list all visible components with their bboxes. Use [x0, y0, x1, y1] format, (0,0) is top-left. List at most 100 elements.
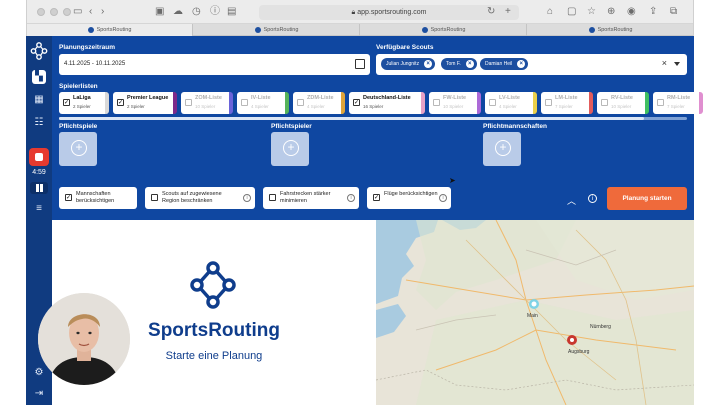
required-teams-label: Pflichtmannschaften	[483, 123, 547, 130]
browser-tab[interactable]: SportsRouting	[528, 24, 693, 36]
player-list-card[interactable]: ✓ Premier League 2 Spieler	[113, 92, 177, 114]
list-checkbox[interactable]	[241, 99, 248, 106]
info-icon[interactable]: ⓘ	[210, 5, 220, 19]
browser-titlebar: ▭ ‹ › ▣ ☁ ◷ ⓘ ▤ 🔒︎ app.sportsrouting.com…	[27, 0, 693, 24]
list-checkbox[interactable]: ✓	[353, 99, 360, 106]
maximize-window-button[interactable]	[63, 8, 71, 16]
sportsrouting-favicon-icon	[421, 26, 428, 33]
list-checkbox[interactable]	[297, 99, 304, 106]
scout-chip[interactable]: Tom F. ×	[441, 58, 477, 70]
close-window-button[interactable]	[37, 8, 45, 16]
player-list-card[interactable]: IV-Liste 4 Spieler	[237, 92, 289, 114]
scout-chip[interactable]: Damian Heil ×	[480, 58, 529, 70]
list-checkbox[interactable]	[433, 99, 440, 106]
player-list-card[interactable]: ZDM-Liste 4 Spieler	[293, 92, 345, 114]
reader-icon[interactable]: ▤	[227, 5, 236, 19]
settings-sliders-icon[interactable]: ≡	[32, 202, 46, 216]
list-name: Deutschland-Liste	[363, 95, 411, 101]
remove-chip-icon[interactable]: ×	[465, 60, 474, 68]
browser-tab[interactable]: SportsRouting	[27, 24, 193, 36]
player-list-card[interactable]: RM-Liste 7 Spieler	[653, 92, 703, 114]
chevron-down-icon[interactable]	[674, 62, 680, 66]
date-range-input[interactable]: 4.11.2025 - 10.11.2025	[59, 54, 370, 75]
add-required-team-button[interactable]	[483, 132, 521, 166]
start-planning-button[interactable]: Planung starten	[607, 187, 687, 210]
option-checkbox[interactable]	[151, 194, 158, 201]
add-required-game-button[interactable]	[59, 132, 97, 166]
player-list-card[interactable]: ZOM-Liste 10 Spieler	[181, 92, 233, 114]
calendar-icon[interactable]	[355, 59, 365, 69]
player-list-card[interactable]: ✓ Deutschland-Liste 16 Spieler	[349, 92, 425, 114]
list-name: RM-Liste	[667, 95, 691, 101]
info-icon[interactable]: i	[347, 194, 355, 202]
tab-overview-icon[interactable]: ▣	[155, 5, 164, 19]
users-icon[interactable]: ☷	[32, 116, 46, 130]
lists-scrollbar[interactable]	[59, 117, 687, 120]
map-city-label: Main	[527, 313, 538, 319]
sportsrouting-favicon-icon	[588, 26, 595, 33]
option-consider-flights[interactable]: ✓ Flüge berücksichtigen i	[367, 187, 451, 209]
list-checkbox[interactable]	[185, 99, 192, 106]
bookmark-icon[interactable]: ☆	[587, 5, 596, 19]
reload-icon[interactable]: ↻	[487, 5, 495, 19]
list-checkbox[interactable]: ✓	[63, 99, 70, 106]
sportsrouting-logo-icon[interactable]	[30, 42, 48, 60]
list-checkbox[interactable]: ✓	[117, 99, 124, 106]
add-required-player-button[interactable]	[271, 132, 309, 166]
stop-recording-button[interactable]	[29, 148, 49, 166]
remove-chip-icon[interactable]: ×	[517, 60, 526, 68]
scouts-select[interactable]: Julian Jungnitz × Tom F. × Damian Heil × ×	[376, 54, 687, 75]
page-icon[interactable]: ▢	[567, 5, 576, 19]
option-checkbox[interactable]: ✓	[65, 194, 72, 201]
option-minimize-driving[interactable]: Fahrstrecken stärker minimieren i	[263, 187, 359, 209]
browser-tab[interactable]: SportsRouting	[361, 24, 527, 36]
list-name: RV-Liste	[611, 95, 633, 101]
info-icon[interactable]: i	[439, 194, 447, 202]
minimize-window-button[interactable]	[50, 8, 58, 16]
list-checkbox[interactable]	[657, 99, 664, 106]
remove-chip-icon[interactable]: ×	[424, 60, 433, 68]
logout-icon[interactable]: ⇥	[32, 387, 46, 401]
player-list-card[interactable]: FW-Liste 10 Spieler	[429, 92, 481, 114]
tabs-icon[interactable]: ⧉	[670, 5, 677, 19]
list-checkbox[interactable]	[601, 99, 608, 106]
date-range-value: 4.11.2025 - 10.11.2025	[64, 61, 126, 67]
player-list-card[interactable]: RV-Liste 10 Spieler	[597, 92, 649, 114]
clear-scouts-icon[interactable]: ×	[662, 58, 667, 68]
forward-icon[interactable]: ›	[101, 5, 104, 19]
tab-strip: SportsRouting SportsRouting SportsRoutin…	[27, 24, 693, 36]
share-icon[interactable]: ⇪	[649, 5, 657, 19]
extensions-icon[interactable]: ⊕	[607, 5, 615, 19]
clock-icon[interactable]: ◷	[192, 5, 201, 19]
list-count: 4 Spieler	[251, 104, 269, 109]
back-icon[interactable]: ‹	[89, 5, 92, 19]
option-checkbox[interactable]: ✓	[373, 194, 380, 201]
address-bar[interactable]: 🔒︎ app.sportsrouting.com	[259, 5, 519, 20]
info-icon[interactable]: i	[243, 194, 251, 202]
home-icon[interactable]: ⌂	[547, 5, 553, 19]
scout-chip[interactable]: Julian Jungnitz ×	[381, 58, 436, 70]
list-checkbox[interactable]	[545, 99, 552, 106]
map-icon[interactable]: ▚	[32, 70, 46, 84]
option-checkbox[interactable]	[269, 194, 276, 201]
browser-tab[interactable]: SportsRouting	[194, 24, 360, 36]
list-name: IV-Liste	[251, 95, 271, 101]
option-restrict-region[interactable]: Scouts auf zugewiesene Region beschränke…	[145, 187, 255, 209]
new-tab-icon[interactable]: +	[505, 5, 511, 19]
info-icon[interactable]: i	[588, 194, 597, 203]
map-view[interactable]: Main Nürnberg Augsburg	[376, 220, 694, 405]
option-consider-teams[interactable]: ✓ Mannschaften berücksichtigen	[59, 187, 137, 209]
privacy-icon[interactable]: ◉	[627, 5, 636, 19]
list-count: 7 Spieler	[555, 104, 573, 109]
sidebar-toggle-icon[interactable]: ▭	[73, 5, 82, 19]
lists-scrollbar-thumb[interactable]	[59, 117, 644, 120]
list-checkbox[interactable]	[489, 99, 496, 106]
date-range-label: Planungszeitraum	[59, 44, 115, 51]
player-list-card[interactable]: LV-Liste 4 Spieler	[485, 92, 537, 114]
chevron-up-icon[interactable]: ︿	[567, 194, 576, 207]
cloud-icon[interactable]: ☁	[173, 5, 183, 19]
player-list-card[interactable]: ✓ LaLiga 2 Spieler	[59, 92, 109, 114]
calendar-icon[interactable]: ▦	[32, 93, 46, 107]
player-list-card[interactable]: LM-Liste 7 Spieler	[541, 92, 593, 114]
gear-icon[interactable]: ⚙	[32, 366, 46, 380]
